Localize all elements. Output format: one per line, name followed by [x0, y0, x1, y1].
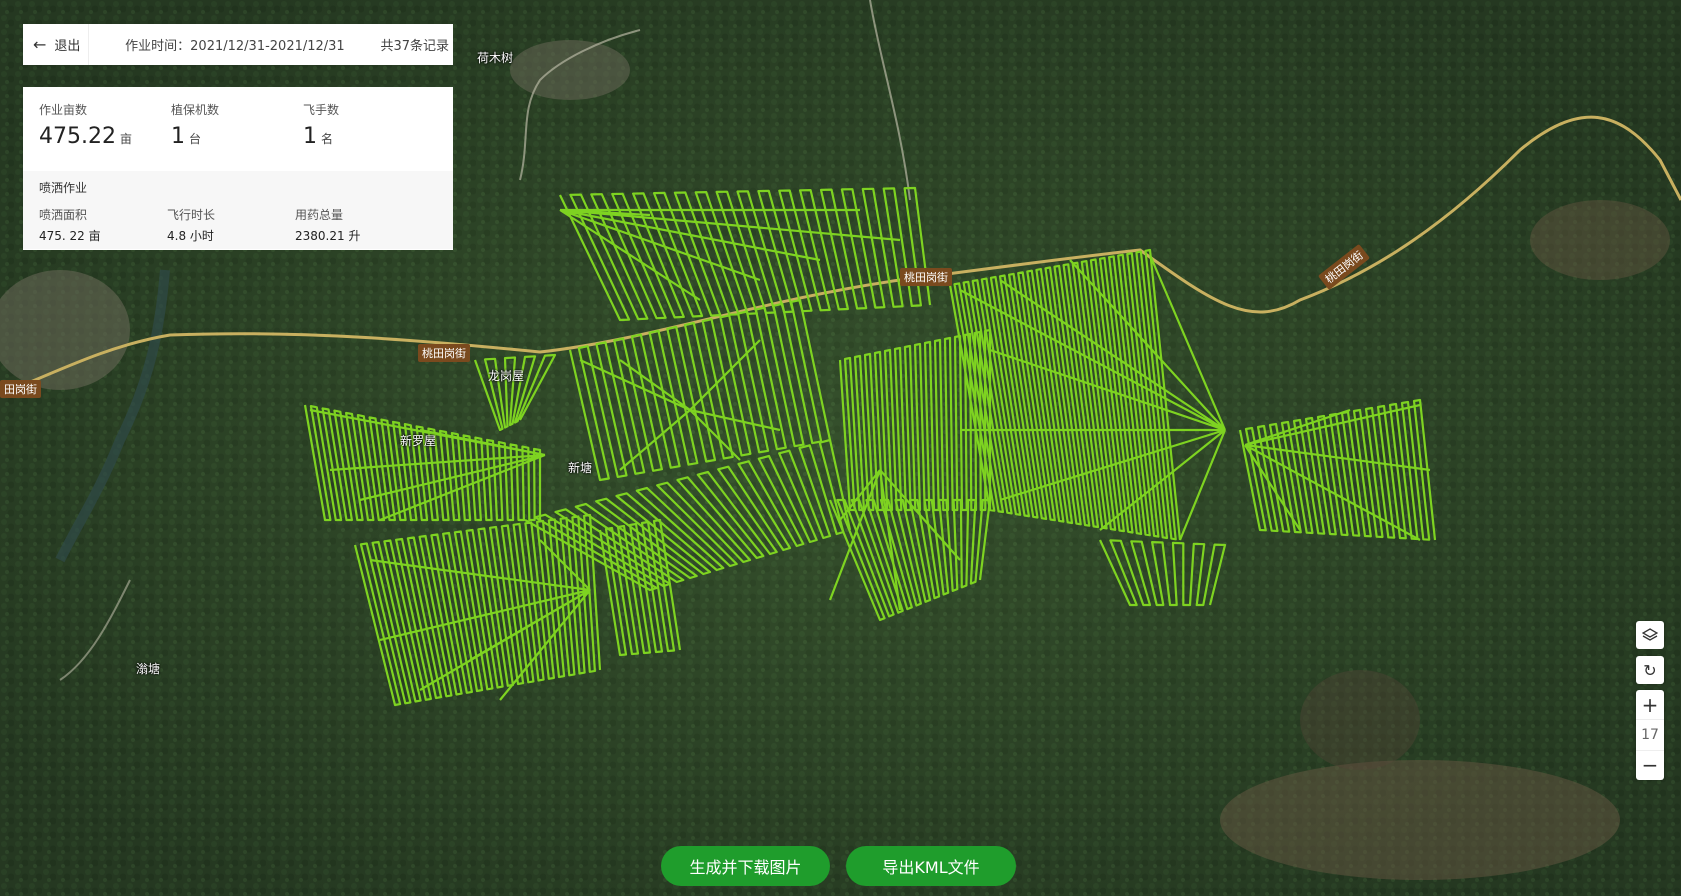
stat-value: 1: [303, 124, 317, 149]
stat-area: 作业亩数 475.22 亩: [39, 101, 171, 171]
back-button[interactable]: ← 退出: [23, 24, 90, 65]
stat-unit: 名: [321, 132, 334, 146]
stat-label: 飞手数: [303, 103, 340, 117]
stat-label: 喷洒面积: [39, 208, 88, 222]
zoom-in-button[interactable]: +: [1636, 690, 1664, 719]
road-label: 田岗街: [0, 380, 41, 398]
road-label: 桃田岗街: [418, 344, 470, 362]
stat-pesticide: 用药总量 2380.21 升: [295, 206, 423, 244]
stat-unit: 亩: [119, 132, 132, 146]
stat-value: 4.8 小时: [167, 229, 214, 243]
flight-track: [828, 498, 992, 622]
zoom-control: + 17 −: [1636, 690, 1664, 780]
stat-flight-time: 飞行时长 4.8 小时: [167, 206, 295, 244]
place-label: 滃塘: [136, 662, 161, 676]
flight-track: [559, 186, 932, 322]
refresh-button[interactable]: ↻: [1636, 656, 1664, 684]
arrow-left-icon: ←: [33, 35, 47, 54]
spray-section: 喷洒作业 喷洒面积 475. 22 亩 飞行时长 4.8 小时 用药总量 238…: [23, 171, 453, 249]
export-kml-button[interactable]: 导出KML文件: [846, 846, 1016, 886]
work-time: 作业时间：2021/12/31-2021/12/31: [125, 39, 345, 54]
back-label: 退出: [54, 39, 81, 54]
section-title: 喷洒作业: [39, 181, 88, 195]
stat-machines: 植保机数 1台: [171, 101, 303, 171]
flight-track: [353, 513, 602, 707]
record-count[interactable]: 共37条记录: [380, 35, 453, 54]
place-label: 龙岗屋: [488, 369, 525, 383]
download-image-button[interactable]: 生成并下载图片: [661, 846, 830, 886]
stat-label: 飞行时长: [167, 208, 216, 222]
stat-value: 475.22: [39, 124, 116, 149]
stat-value: 2380.21 升: [295, 229, 361, 243]
place-label: 新罗屋: [400, 434, 437, 448]
stat-value: 1: [171, 124, 185, 149]
layers-button[interactable]: [1636, 621, 1664, 649]
stat-unit: 台: [189, 132, 202, 146]
layers-icon: [1642, 628, 1658, 641]
refresh-icon: ↻: [1643, 660, 1657, 680]
place-label: 新塘: [568, 461, 593, 475]
flight-track: [1099, 539, 1227, 607]
road-label: 桃田岗街: [900, 268, 952, 286]
stat-spray-area: 喷洒面积 475. 22 亩: [39, 206, 167, 244]
stat-label: 用药总量: [295, 208, 344, 222]
stat-pilots: 飞手数 1名: [303, 101, 435, 171]
stat-label: 作业亩数: [39, 103, 88, 117]
header-bar: ← 退出 作业时间：2021/12/31-2021/12/31 共37条记录: [23, 24, 453, 65]
flight-track: [1238, 398, 1437, 541]
stat-label: 植保机数: [171, 103, 220, 117]
zoom-level: 17: [1636, 719, 1664, 751]
stats-panel: 作业亩数 475.22 亩 植保机数 1台 飞手数 1名 喷洒作业 喷洒面积 47…: [23, 87, 453, 250]
zoom-out-button[interactable]: −: [1636, 751, 1664, 780]
stat-value: 475. 22 亩: [39, 229, 101, 243]
place-label: 荷木树: [477, 51, 514, 65]
